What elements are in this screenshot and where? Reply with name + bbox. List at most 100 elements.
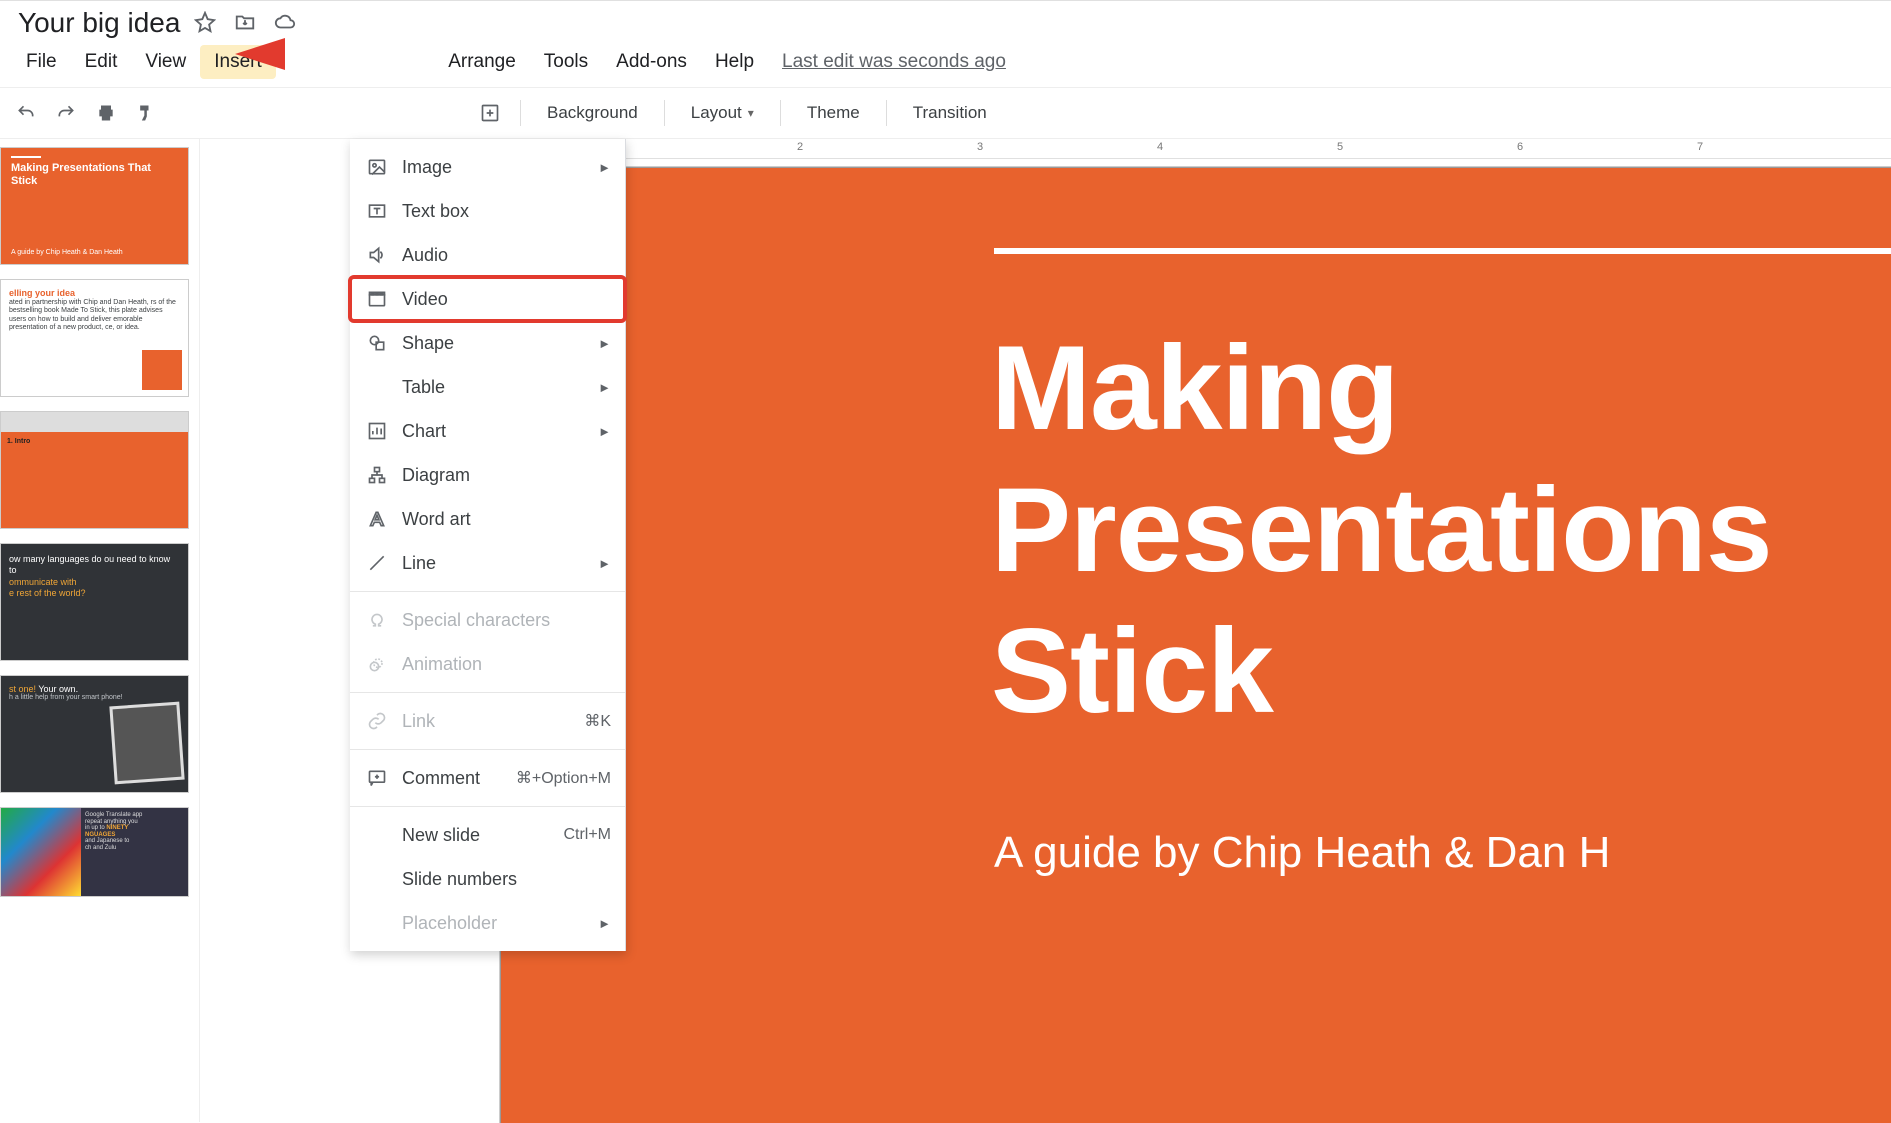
toolbar-separator (520, 100, 521, 126)
thumb1-title: Making Presentations That Stick (11, 162, 178, 188)
chevron-down-icon: ▾ (748, 106, 754, 120)
menu-item-label: New slide (402, 825, 480, 846)
menu-addons[interactable]: Add-ons (602, 45, 701, 79)
menu-item-label: Video (402, 289, 448, 310)
last-edit-link[interactable]: Last edit was seconds ago (782, 51, 1006, 73)
new-slide-button[interactable] (472, 95, 508, 131)
thumb5-hl-b: Your own. (36, 684, 78, 694)
menu-item-shortcut: Ctrl+M (563, 826, 611, 844)
document-title[interactable]: Your big idea (18, 7, 180, 39)
ruler-label: 6 (1517, 141, 1523, 153)
menu-separator (350, 692, 625, 693)
insert-menu-placeholder: Placeholder► (350, 901, 625, 945)
thumb5-sub: h a little help from your smart phone! (9, 694, 180, 701)
paint-format-button[interactable] (128, 95, 164, 131)
menu-separator (350, 749, 625, 750)
star-icon[interactable] (194, 11, 216, 36)
insert-menu-diagram[interactable]: Diagram (350, 453, 625, 497)
insert-menu-chart[interactable]: Chart► (350, 409, 625, 453)
slide-thumbnail-1[interactable]: Making Presentations That Stick A guide … (0, 147, 189, 265)
menu-item-label: Shape (402, 333, 454, 354)
insert-menu-text-box[interactable]: Text box (350, 189, 625, 233)
horizontal-ruler: 1 2 3 4 5 6 7 (440, 139, 1891, 159)
comment-icon (364, 768, 390, 788)
menu-item-label: Placeholder (402, 913, 497, 934)
menu-item-label: Word art (402, 509, 471, 530)
insert-menu-table[interactable]: Table ► (350, 365, 625, 409)
menu-item-label: Diagram (402, 465, 470, 486)
insert-menu-new-slide[interactable]: New slide Ctrl+M (350, 813, 625, 857)
insert-menu-slide-numbers[interactable]: Slide numbers (350, 857, 625, 901)
insert-menu-audio[interactable]: Audio (350, 233, 625, 277)
menu-item-label: Image (402, 157, 452, 178)
thumb6-text: Google Translate app repeat anything you… (81, 808, 188, 896)
menu-item-label: Line (402, 553, 436, 574)
thumb4-line1: ow many languages do (9, 554, 102, 564)
wordart-icon (364, 509, 390, 529)
slide-thumbnail-2[interactable]: elling your idea ated in partnership wit… (0, 279, 189, 397)
shape-icon (364, 333, 390, 353)
canvas-area: 1 2 3 4 5 6 7 Making Presentations Stick… (200, 139, 1891, 1122)
insert-menu-word-art[interactable]: Word art (350, 497, 625, 541)
menu-item-label: Animation (402, 654, 482, 675)
redo-button[interactable] (48, 95, 84, 131)
menu-item-shortcut: ⌘K (584, 711, 611, 731)
menu-bar: File Edit View Insert Format Slide Arran… (0, 39, 1891, 87)
thumb5-hl-a: st one! (9, 684, 36, 694)
insert-menu-line[interactable]: Line► (350, 541, 625, 585)
menu-view[interactable]: View (131, 45, 200, 79)
ruler-label: 4 (1157, 141, 1163, 153)
menu-item-label: Slide numbers (402, 869, 517, 890)
slide-thumbnail-4[interactable]: ow many languages do ou need to know to … (0, 543, 189, 661)
menu-item-label: Text box (402, 201, 469, 222)
thumb2-text: ated in partnership with Chip and Dan He… (9, 299, 180, 333)
thumb1-sub: A guide by Chip Heath & Dan Heath (11, 249, 178, 256)
undo-button[interactable] (8, 95, 44, 131)
menu-item-label: Comment (402, 768, 480, 789)
chart-icon (364, 421, 390, 441)
toolbar-separator (886, 100, 887, 126)
slide-title[interactable]: Making Presentations Stick (991, 318, 1891, 743)
menu-separator (350, 806, 625, 807)
menu-edit[interactable]: Edit (71, 45, 132, 79)
submenu-arrow-icon: ► (598, 380, 611, 395)
insert-menu-video[interactable]: Video (350, 277, 625, 321)
thumb2-heading: elling your idea (9, 288, 180, 299)
thumb5-photo (109, 702, 184, 785)
thumb4-line2: ommunicate with (9, 577, 77, 587)
slide-filmstrip[interactable]: Making Presentations That Stick A guide … (0, 139, 200, 1122)
menu-item-label: Audio (402, 245, 448, 266)
annotation-arrow (230, 28, 390, 80)
insert-menu-special-characters: Special characters (350, 598, 625, 642)
thumb4-line3: e rest of the world? (9, 588, 86, 598)
menu-item-label: Chart (402, 421, 446, 442)
menu-arrange[interactable]: Arrange (434, 45, 530, 79)
menu-tools[interactable]: Tools (530, 45, 602, 79)
menu-item-label: Special characters (402, 610, 550, 631)
insert-menu-shape[interactable]: Shape► (350, 321, 625, 365)
audio-icon (364, 245, 390, 265)
thumb6-flags (1, 808, 81, 896)
menu-item-label: Table (402, 377, 445, 398)
print-button[interactable] (88, 95, 124, 131)
slide-canvas[interactable]: Making Presentations Stick A guide by Ch… (500, 167, 1891, 1123)
background-button[interactable]: Background (533, 95, 652, 131)
slide-thumbnail-6[interactable]: Google Translate app repeat anything you… (0, 807, 189, 897)
menu-help[interactable]: Help (701, 45, 768, 79)
omega-icon (364, 610, 390, 630)
image-icon (364, 157, 390, 177)
menu-file[interactable]: File (12, 45, 71, 79)
slide-thumbnail-3[interactable]: 1. Intro (0, 411, 189, 529)
insert-menu-image[interactable]: Image► (350, 145, 625, 189)
slide-subtitle[interactable]: A guide by Chip Heath & Dan H (994, 828, 1891, 878)
ruler-label: 3 (977, 141, 983, 153)
theme-button[interactable]: Theme (793, 95, 874, 131)
slide-thumbnail-5[interactable]: st one! Your own. h a little help from y… (0, 675, 189, 793)
ruler-label: 2 (797, 141, 803, 153)
workspace: Making Presentations That Stick A guide … (0, 139, 1891, 1122)
transition-button[interactable]: Transition (899, 95, 1001, 131)
ruler-label: 7 (1697, 141, 1703, 153)
insert-menu-comment[interactable]: Comment⌘+Option+M (350, 756, 625, 800)
layout-button[interactable]: Layout▾ (677, 95, 768, 131)
line-icon (364, 553, 390, 573)
